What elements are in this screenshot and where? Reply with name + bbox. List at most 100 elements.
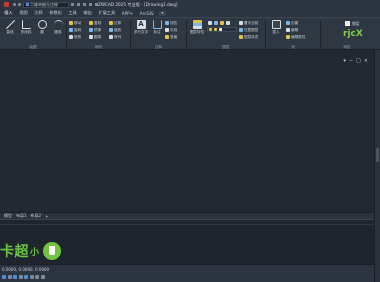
insert-block-button[interactable]: 插入 xyxy=(268,20,284,40)
leader-icon xyxy=(165,28,169,32)
snap-toggle-icon[interactable] xyxy=(7,275,12,279)
ribbon-group-modify: 移动 旋转 修剪 复制 镜像 圆角 拉伸 缩放 阵列 修改 xyxy=(67,18,130,51)
line-icon xyxy=(5,20,15,29)
grid-toggle-icon[interactable] xyxy=(2,275,6,279)
ribbon-group-annotation: A 多行文字 标注 线性 引线 表格 注释 xyxy=(131,18,186,51)
edit-attr-icon xyxy=(286,35,290,39)
menu-express[interactable]: 扩展工具 xyxy=(95,10,118,16)
cursor-coordinates: 0.0000, 0.0000, 0.0000 xyxy=(2,267,50,272)
layer-properties-button[interactable]: 图层特性 xyxy=(189,20,205,40)
layers-icon xyxy=(192,20,202,29)
layer-lock-icon[interactable] xyxy=(226,21,230,25)
rotate-button[interactable]: 旋转 xyxy=(69,27,81,33)
ribbon-group-draw: 直线 多段线 圆 圆弧 绘图 xyxy=(0,18,66,51)
match-layer-button[interactable]: 匹配图层 xyxy=(239,27,258,33)
scrollbar-thumb[interactable] xyxy=(376,148,379,162)
create-block-button[interactable]: 创建 xyxy=(286,20,298,26)
table-button[interactable]: 表格 xyxy=(165,34,177,40)
leader-button[interactable]: 引线 xyxy=(165,27,177,33)
menu-bar: 插入 视图 注释 参数化 工具 输出 扩展工具 APP+ ArcGIS ▾ xyxy=(0,9,380,17)
copy-icon xyxy=(89,21,93,25)
trim-button[interactable]: 修剪 xyxy=(69,34,81,40)
maximize-icon[interactable]: □ xyxy=(356,58,361,64)
save-icon[interactable] xyxy=(71,3,74,6)
minimize-icon[interactable]: − xyxy=(349,58,353,64)
color-swatch[interactable] xyxy=(345,21,350,26)
menu-annotate[interactable]: 注释 xyxy=(31,10,46,16)
ribbon-toggle-button[interactable]: ▾ xyxy=(159,10,167,16)
copy-button[interactable]: 复制 xyxy=(89,20,101,26)
menu-insert[interactable]: 插入 xyxy=(1,10,16,16)
polyline-button[interactable]: 多段线 xyxy=(18,20,34,40)
osnap-toggle-icon[interactable] xyxy=(24,275,28,279)
scale-button[interactable]: 缩放 xyxy=(109,27,121,33)
edit-block-button[interactable]: 编辑 xyxy=(286,27,298,33)
dimension-icon xyxy=(152,20,162,29)
dimension-button[interactable]: 标注 xyxy=(149,20,165,40)
print-icon[interactable] xyxy=(89,3,92,6)
redo-icon[interactable] xyxy=(83,3,86,6)
brand-prefix: 卡 xyxy=(0,244,15,260)
array-icon xyxy=(109,35,113,39)
arc-button[interactable]: 圆弧 xyxy=(50,20,66,40)
text-icon: A xyxy=(136,20,146,29)
title-bar: 二维草图与注释 ZWCAD 2025 专业版 - [Drawing1.dwg] xyxy=(0,0,380,9)
workspace-combo[interactable]: 二维草图与注释 xyxy=(23,1,69,8)
lineweight-toggle-icon[interactable] xyxy=(35,275,39,279)
menu-parametric[interactable]: 参数化 xyxy=(46,10,65,16)
layer-state-button[interactable]: 图层状态 xyxy=(239,34,258,40)
color-label: 随层 xyxy=(352,21,360,26)
viewport-menu-icon[interactable]: ▾ xyxy=(343,58,346,64)
edit-block-icon xyxy=(286,28,290,32)
menu-output[interactable]: 输出 xyxy=(80,10,95,16)
right-panel-strip[interactable] xyxy=(374,50,380,282)
viewport-controls: ▾ − □ × xyxy=(343,58,368,64)
add-layout-button[interactable]: + xyxy=(45,214,48,219)
mirror-button[interactable]: 镜像 xyxy=(89,27,101,33)
polar-toggle-icon[interactable] xyxy=(18,275,23,279)
move-button[interactable]: 移动 xyxy=(69,20,81,26)
stretch-icon xyxy=(109,21,113,25)
rotate-icon xyxy=(69,28,73,32)
create-block-icon xyxy=(286,21,290,25)
edit-attr-button[interactable]: 编辑属性 xyxy=(286,34,305,40)
menu-app[interactable]: APP+ xyxy=(118,11,136,16)
status-bar: 0.0000, 0.0000, 0.0000 xyxy=(0,264,374,282)
menu-view[interactable]: 视图 xyxy=(16,10,31,16)
menu-arcgis[interactable]: ArcGIS xyxy=(136,11,157,16)
menu-tools[interactable]: 工具 xyxy=(65,10,80,16)
layer-off-icon[interactable] xyxy=(208,21,212,25)
quick-access-toolbar-2 xyxy=(71,3,98,6)
app-menu-button[interactable] xyxy=(1,1,11,8)
undo-icon[interactable] xyxy=(77,3,80,6)
array-button[interactable]: 阵列 xyxy=(109,34,121,40)
mtext-button[interactable]: A 多行文字 xyxy=(133,20,149,40)
close-icon[interactable]: × xyxy=(364,58,368,64)
layer-dropdown[interactable] xyxy=(207,27,237,32)
window-title: ZWCAD 2025 专业版 - [Drawing1.dwg] xyxy=(98,1,178,7)
otrack-toggle-icon[interactable] xyxy=(29,275,34,279)
new-file-icon[interactable] xyxy=(13,3,16,6)
quick-access-toolbar xyxy=(13,3,21,6)
layer-isolate-icon[interactable] xyxy=(214,21,218,25)
circle-icon xyxy=(37,20,47,29)
arc-icon xyxy=(53,20,63,29)
stretch-button[interactable]: 拉伸 xyxy=(109,20,121,26)
fillet-button[interactable]: 圆角 xyxy=(89,34,101,40)
set-current-button[interactable]: 置为当前 xyxy=(239,20,258,26)
linear-dim-icon xyxy=(165,21,169,25)
sun-icon xyxy=(209,28,212,31)
line-button[interactable]: 直线 xyxy=(2,20,18,40)
linear-dim-button[interactable]: 线性 xyxy=(165,20,177,26)
open-file-icon[interactable] xyxy=(18,3,21,6)
drawing-canvas[interactable] xyxy=(0,50,374,212)
brand-watermark: 卡 超 小 xyxy=(0,240,62,262)
ortho-toggle-icon[interactable] xyxy=(13,275,17,279)
circle-button[interactable]: 圆 xyxy=(34,20,50,40)
layer-freeze-icon[interactable] xyxy=(220,21,224,25)
dyn-toggle-icon[interactable] xyxy=(40,275,45,279)
workspace-label: 二维草图与注释 xyxy=(30,1,58,7)
trim-icon xyxy=(69,35,73,39)
insert-block-icon xyxy=(271,20,281,29)
app-logo-icon xyxy=(3,2,9,7)
